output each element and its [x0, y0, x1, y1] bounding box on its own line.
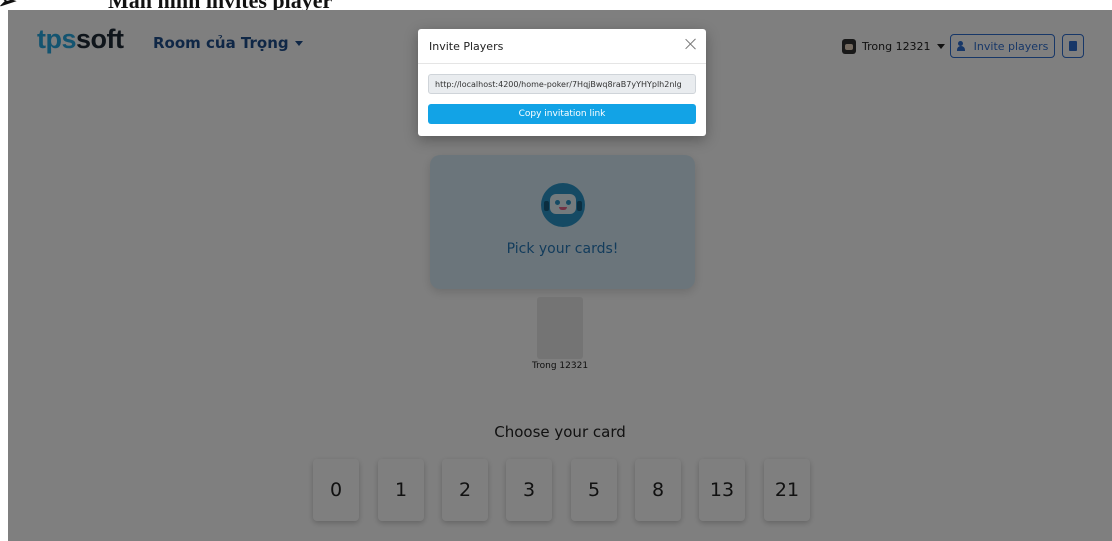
app-window: tpssoft Room của Trọng Trong 12321 Invit… [8, 10, 1112, 541]
close-icon[interactable] [684, 37, 698, 51]
bullet-icon: ➢ [0, 0, 16, 10]
invitation-link-input[interactable] [428, 74, 696, 94]
document-heading: ➢ Màn hình invites player [0, 0, 1112, 10]
copy-invitation-link-button[interactable]: Copy invitation link [428, 104, 696, 124]
heading-text: Màn hình invites player [108, 0, 332, 10]
invite-players-modal: Invite Players Copy invitation link [418, 29, 706, 136]
modal-divider [418, 63, 706, 64]
modal-title: Invite Players [429, 40, 504, 53]
